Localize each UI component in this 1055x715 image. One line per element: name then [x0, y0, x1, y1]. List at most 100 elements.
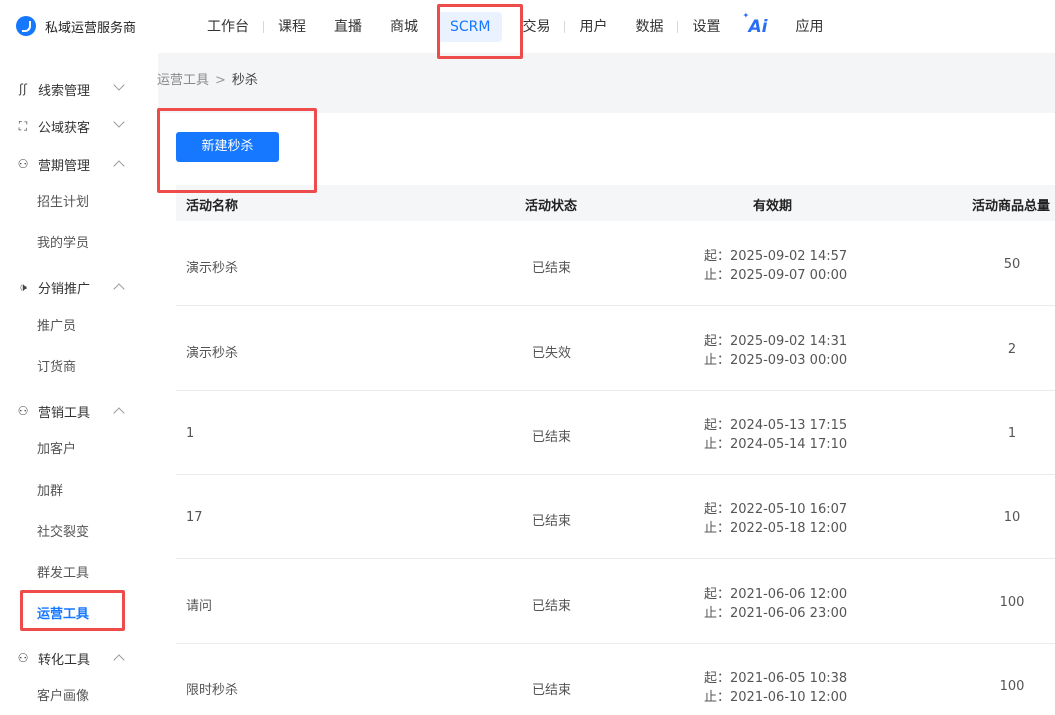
validity-end: 止：2024-05-14 17:10 — [704, 437, 848, 452]
sidebar-item-ops-tools[interactable]: 运营工具 — [37, 603, 89, 622]
cell-name: 限时秒杀 — [186, 683, 239, 698]
nav-item-apps[interactable]: 应用 — [781, 12, 837, 42]
nav-item-settings[interactable]: 设置 — [678, 12, 734, 42]
cell-name: 演示秒杀 — [186, 261, 239, 276]
validity-start: 起：2021-06-06 12:00 — [704, 587, 848, 602]
sidebar-group-conversion[interactable]: ⚇ 转化工具 — [0, 645, 158, 671]
cell-status: 已结束 — [532, 514, 572, 529]
new-flash-sale-button[interactable]: 新建秒杀 — [176, 132, 279, 162]
breadcrumb: 运营工具 > 秒杀 — [157, 69, 258, 88]
speaker-icon: 🕩 — [19, 280, 27, 294]
chevron-up-icon — [113, 283, 125, 295]
cell-status: 已失效 — [532, 346, 572, 361]
table-row[interactable]: 17 已结束 起：2022-05-10 16:07 止：2022-05-18 1… — [176, 475, 1055, 559]
sidebar-item-social-fission[interactable]: 社交裂变 — [37, 521, 89, 540]
table-row[interactable]: 限时秒杀 已结束 起：2021-06-05 10:38 止：2021-06-10… — [176, 644, 1055, 715]
sidebar-item-promoter[interactable]: 推广员 — [37, 315, 76, 334]
sidebar-item-add-customer[interactable]: 加客户 — [37, 438, 76, 457]
cell-validity: 起：2021-06-05 10:38 止：2021-06-10 12:00 — [704, 669, 847, 707]
table-header: 活动名称 活动状态 有效期 活动商品总量 — [176, 185, 1055, 221]
cell-quantity: 50 — [1003, 257, 1021, 272]
nav-item-trade[interactable]: 交易 — [508, 12, 564, 42]
column-header-quantity: 活动商品总量 — [972, 199, 1051, 214]
cell-status: 已结束 — [532, 599, 572, 614]
sidebar-group-clue[interactable]: ʃʃ 线索管理 — [0, 76, 158, 102]
cell-validity: 起：2021-06-06 12:00 止：2021-06-06 23:00 — [704, 585, 847, 623]
sidebar-item-my-students[interactable]: 我的学员 — [37, 232, 89, 251]
breadcrumb-current: 秒杀 — [231, 73, 258, 88]
chevron-up-icon — [113, 160, 125, 172]
cell-status: 已结束 — [532, 261, 572, 276]
cell-quantity: 1 — [1007, 426, 1017, 441]
chevron-up-icon — [113, 654, 125, 666]
sidebar-item-customer-portrait[interactable]: 客户画像 — [37, 685, 89, 704]
cell-quantity: 100 — [999, 679, 1025, 694]
cell-status: 已结束 — [532, 430, 572, 445]
brand-name: 私域运营服务商 — [45, 21, 137, 36]
sidebar-group-label: 公域获客 — [38, 120, 91, 136]
nav-item-scrm[interactable]: SCRM — [438, 11, 503, 42]
sidebar: ʃʃ 线索管理 ⛶ 公域获客 ⚇ 营期管理 招生计划 我的学员 🕩 分销推广 推… — [0, 53, 158, 715]
user-icon: ⚇ — [17, 404, 29, 418]
cell-name: 17 — [186, 510, 203, 525]
column-header-status: 活动状态 — [525, 199, 578, 214]
sidebar-group-label: 线索管理 — [38, 83, 91, 99]
sidebar-group-public[interactable]: ⛶ 公域获客 — [0, 113, 158, 139]
chevron-down-icon — [113, 79, 125, 91]
cell-quantity: 2 — [1007, 342, 1017, 357]
table-row[interactable]: 演示秒杀 已失效 起：2025-09-02 14:31 止：2025-09-03… — [176, 307, 1055, 391]
nav-item-workbench[interactable]: 工作台 — [193, 12, 263, 42]
brand-logo-icon — [16, 16, 36, 36]
ai-assistant-icon[interactable]: Ai — [734, 11, 781, 37]
validity-start: 起：2024-05-13 17:15 — [704, 418, 848, 433]
nav-item-users[interactable]: 用户 — [565, 12, 621, 42]
sidebar-group-label: 转化工具 — [38, 652, 91, 668]
sidebar-item-enroll-plan[interactable]: 招生计划 — [37, 191, 89, 210]
user-manage-icon: ⚇ — [17, 157, 29, 171]
chevron-down-icon — [113, 116, 125, 128]
top-navbar: 私域运营服务商 工作台 课程 直播 商城 SCRM 交易 用户 数据 设置 Ai… — [0, 0, 1055, 53]
table-row[interactable]: 1 已结束 起：2024-05-13 17:15 止：2024-05-14 17… — [176, 391, 1055, 475]
nav-item-courses[interactable]: 课程 — [264, 12, 320, 42]
main-nav: 工作台 课程 直播 商城 SCRM 交易 用户 数据 设置 Ai 应用 — [193, 0, 837, 53]
validity-end: 止：2022-05-18 12:00 — [704, 521, 848, 536]
sidebar-group-marketing[interactable]: ⚇ 营销工具 — [0, 398, 158, 424]
sidebar-group-camp[interactable]: ⚇ 营期管理 — [0, 151, 158, 177]
cell-name: 演示秒杀 — [186, 346, 239, 361]
sidebar-group-label: 营销工具 — [38, 405, 91, 421]
clue-icon: ʃʃ — [18, 82, 28, 96]
cell-validity: 起：2025-09-02 14:57 止：2025-09-07 00:00 — [704, 247, 847, 285]
cell-quantity: 10 — [1003, 510, 1021, 525]
nav-item-data[interactable]: 数据 — [621, 12, 677, 42]
scan-face-icon: ⛶ — [18, 119, 28, 133]
column-header-name: 活动名称 — [186, 199, 239, 214]
validity-end: 止：2025-09-07 00:00 — [704, 268, 848, 283]
column-header-validity: 有效期 — [753, 199, 793, 214]
cell-validity: 起：2024-05-13 17:15 止：2024-05-14 17:10 — [704, 416, 847, 454]
nav-item-mall[interactable]: 商城 — [376, 12, 432, 42]
validity-start: 起：2021-06-05 10:38 — [704, 671, 848, 686]
cell-name: 请问 — [186, 599, 213, 614]
sidebar-group-label: 分销推广 — [38, 281, 91, 297]
sidebar-item-dealer[interactable]: 订货商 — [37, 356, 76, 375]
breadcrumb-parent[interactable]: 运营工具 — [157, 73, 209, 88]
validity-start: 起：2025-09-02 14:57 — [704, 249, 848, 264]
cell-validity: 起：2022-05-10 16:07 止：2022-05-18 12:00 — [704, 500, 847, 538]
cell-name: 1 — [186, 426, 195, 441]
table-row[interactable]: 演示秒杀 已结束 起：2025-09-02 14:57 止：2025-09-07… — [176, 222, 1055, 306]
validity-start: 起：2025-09-02 14:31 — [704, 334, 848, 349]
nav-item-live[interactable]: 直播 — [320, 12, 376, 42]
validity-start: 起：2022-05-10 16:07 — [704, 502, 848, 517]
sidebar-item-broadcast[interactable]: 群发工具 — [37, 562, 89, 581]
cell-validity: 起：2025-09-02 14:31 止：2025-09-03 00:00 — [704, 332, 847, 370]
table-row[interactable]: 请问 已结束 起：2021-06-06 12:00 止：2021-06-06 2… — [176, 560, 1055, 644]
sidebar-group-distribution[interactable]: 🕩 分销推广 — [0, 274, 158, 300]
chevron-up-icon — [113, 407, 125, 419]
user-icon: ⚇ — [17, 651, 29, 665]
sidebar-group-label: 营期管理 — [38, 158, 91, 174]
cell-quantity: 100 — [999, 595, 1025, 610]
sidebar-item-add-group[interactable]: 加群 — [37, 480, 63, 499]
validity-end: 止：2021-06-10 12:00 — [704, 690, 848, 705]
breadcrumb-separator: > — [215, 73, 226, 88]
cell-status: 已结束 — [532, 683, 572, 698]
